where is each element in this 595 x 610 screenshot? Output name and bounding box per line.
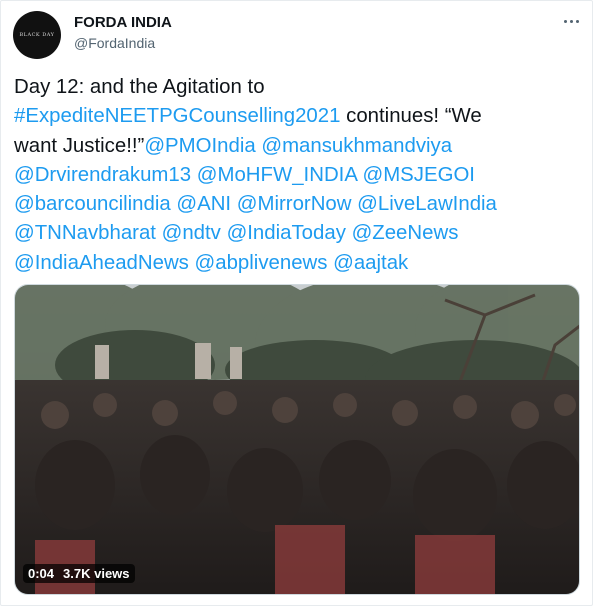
tweet-text-line: @Drvirendrakum13 @MoHFW_INDIA @MSJEGOI — [14, 161, 584, 190]
mention-link[interactable]: @mansukhmandviya — [261, 135, 452, 157]
author-handle[interactable]: @FordaIndia — [74, 35, 155, 51]
video-player[interactable]: 0:04 3.7K views — [14, 284, 580, 595]
mention-link[interactable]: @IndiaToday — [227, 222, 346, 244]
mention-link[interactable]: @TNNavbharat — [14, 222, 156, 244]
tweet-text-line: #ExpediteNEETPGCounselling2021 continues… — [14, 102, 584, 131]
mention-link[interactable]: @LiveLawIndia — [357, 193, 497, 215]
mention-link[interactable]: @Drvirendrakum13 — [14, 164, 191, 186]
mention-link[interactable]: @MSJEGOI — [363, 164, 475, 186]
mention-link[interactable]: @MoHFW_INDIA — [197, 164, 357, 186]
video-views: 3.7K views — [63, 566, 130, 581]
avatar[interactable]: BLACK DAY — [13, 11, 61, 59]
video-stats-badge: 0:04 3.7K views — [23, 564, 135, 583]
author-display-name[interactable]: FORDA INDIA — [74, 14, 172, 31]
mention-link[interactable]: @MirrorNow — [237, 193, 352, 215]
tweet-text-segment: Day 12: and the Agitation to — [14, 76, 265, 98]
mention-link[interactable]: @ANI — [176, 193, 231, 215]
tweet-text-line: Day 12: and the Agitation to — [14, 73, 584, 102]
hashtag-link[interactable]: #ExpediteNEETPGCounselling2021 — [14, 105, 340, 127]
video-duration: 0:04 — [28, 566, 55, 581]
tweet-text-line: @TNNavbharat @ndtv @IndiaToday @ZeeNews — [14, 219, 584, 248]
tweet-text-segment: want Justice!!” — [14, 134, 145, 157]
tweet-text-line: @IndiaAheadNews @abplivenews @aajtak — [14, 249, 584, 278]
more-options-icon[interactable] — [559, 9, 583, 33]
mention-link[interactable]: @ZeeNews — [352, 222, 459, 244]
avatar-text: BLACK DAY — [19, 32, 55, 38]
video-thumbnail — [15, 285, 579, 594]
tweet-card: BLACK DAY FORDA INDIA @FordaIndia Day 12… — [0, 0, 593, 606]
mention-link[interactable]: @IndiaAheadNews — [14, 252, 189, 274]
tweet-text-segment: continues! “We — [340, 105, 482, 128]
tweet-text-line: want Justice!!”@PMOIndia @mansukhmandviy… — [14, 132, 584, 161]
tweet-text: Day 12: and the Agitation to #ExpediteNEE… — [14, 73, 584, 278]
mention-link[interactable]: @aajtak — [333, 252, 408, 274]
mention-link[interactable]: @PMOIndia — [144, 135, 255, 157]
mention-link[interactable]: @ndtv — [162, 222, 221, 244]
tweet-text-line: @barcouncilindia @ANI @MirrorNow @LiveLa… — [14, 190, 584, 219]
mention-link[interactable]: @barcouncilindia — [14, 193, 171, 215]
mention-link[interactable]: @abplivenews — [195, 252, 328, 274]
